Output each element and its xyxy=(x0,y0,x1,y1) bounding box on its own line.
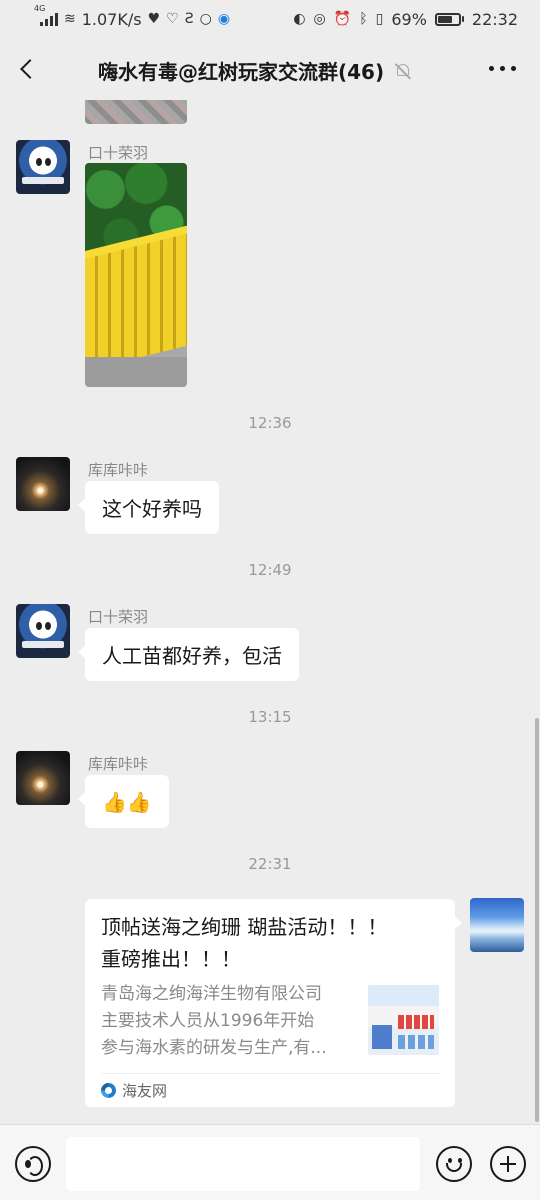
vibrate-icon: ▯ xyxy=(375,11,384,27)
wifi-icon: ≋ xyxy=(64,11,76,27)
avatar[interactable] xyxy=(470,898,524,952)
scrollbar[interactable] xyxy=(535,718,539,1122)
message-list[interactable]: 口十荣羽 12:36 库库咔咔 这个好养吗 12:49 口十荣羽 人工苗都好养，… xyxy=(0,100,540,1124)
more-dots-icon xyxy=(489,66,494,71)
heart-icon: ♥ xyxy=(147,11,161,27)
timestamp: 12:49 xyxy=(248,561,292,579)
sender-name: 库库咔咔 xyxy=(88,461,149,479)
timestamp: 13:15 xyxy=(248,708,292,726)
voice-button[interactable] xyxy=(15,1146,51,1182)
plus-button[interactable] xyxy=(490,1146,526,1182)
back-button[interactable] xyxy=(10,52,44,86)
avatar[interactable] xyxy=(16,140,70,194)
battery-percent: 69% xyxy=(391,9,427,29)
link-title: 顶帖送海之绚珊 瑚盐活动！！！ 重磅推出！！！ xyxy=(101,915,388,971)
status-bar: 4G ≋ 1.07K/s ♥ ♡ Ƨ ○ ◉ ◐ ◎ ⏰ ᛒ ▯ 69% 22:… xyxy=(0,0,540,38)
app-icon: Ƨ xyxy=(184,11,194,27)
sender-name: 口十荣羽 xyxy=(88,608,149,626)
image-message[interactable] xyxy=(85,163,187,387)
bell-off-icon xyxy=(394,62,412,80)
input-bar xyxy=(0,1124,540,1200)
message-bubble[interactable]: 人工苗都好养，包活 xyxy=(78,628,299,681)
message-bubble[interactable]: 这个好养吗 xyxy=(78,481,219,534)
timestamp: 12:36 xyxy=(248,414,292,432)
divider xyxy=(101,1073,441,1074)
timestamp: 22:31 xyxy=(248,855,292,873)
message-bubble[interactable]: 👍👍 xyxy=(78,775,169,828)
sender-name: 库库咔咔 xyxy=(88,755,149,773)
avatar[interactable] xyxy=(16,457,70,511)
link-description: 青岛海之绚海洋生物有限公司 主要技术人员从1996年开始 参与海水素的研发与生产… xyxy=(101,984,327,1058)
battery-icon xyxy=(434,12,464,26)
network-type: 4G xyxy=(34,4,46,13)
emoji-button[interactable] xyxy=(436,1146,472,1182)
image-message-partial[interactable] xyxy=(85,100,187,124)
alarm-icon: ⏰ xyxy=(333,11,352,27)
chevron-left-icon xyxy=(20,59,40,79)
avatar[interactable] xyxy=(16,604,70,658)
signal-icon: 4G xyxy=(34,4,58,26)
avatar[interactable] xyxy=(16,751,70,805)
link-card[interactable]: 顶帖送海之绚珊 瑚盐活动！！！ 重磅推出！！！ 青岛海之绚海洋生物有限公司 主要… xyxy=(85,899,462,1107)
eye-icon: ◎ xyxy=(313,11,326,27)
heart-rate-icon: ♡ xyxy=(166,11,179,27)
link-thumbnail xyxy=(368,985,439,1055)
message-input[interactable] xyxy=(66,1137,420,1191)
circle-icon: ○ xyxy=(199,11,212,27)
bulb-icon: ◉ xyxy=(217,11,231,27)
chat-title: 嗨水有毒@红树玩家交流群(46) xyxy=(98,60,385,84)
bluetooth-icon: ᛒ xyxy=(359,11,368,27)
source-logo-icon xyxy=(101,1083,116,1098)
sender-name: 口十荣羽 xyxy=(88,144,149,162)
nfc-icon: ◐ xyxy=(293,11,306,27)
clock: 22:32 xyxy=(471,9,518,29)
link-source: 海友网 xyxy=(101,1080,167,1101)
network-speed: 1.07K/s xyxy=(81,9,142,29)
chat-header: 嗨水有毒@红树玩家交流群(46) xyxy=(0,38,540,100)
more-button[interactable] xyxy=(489,66,516,71)
